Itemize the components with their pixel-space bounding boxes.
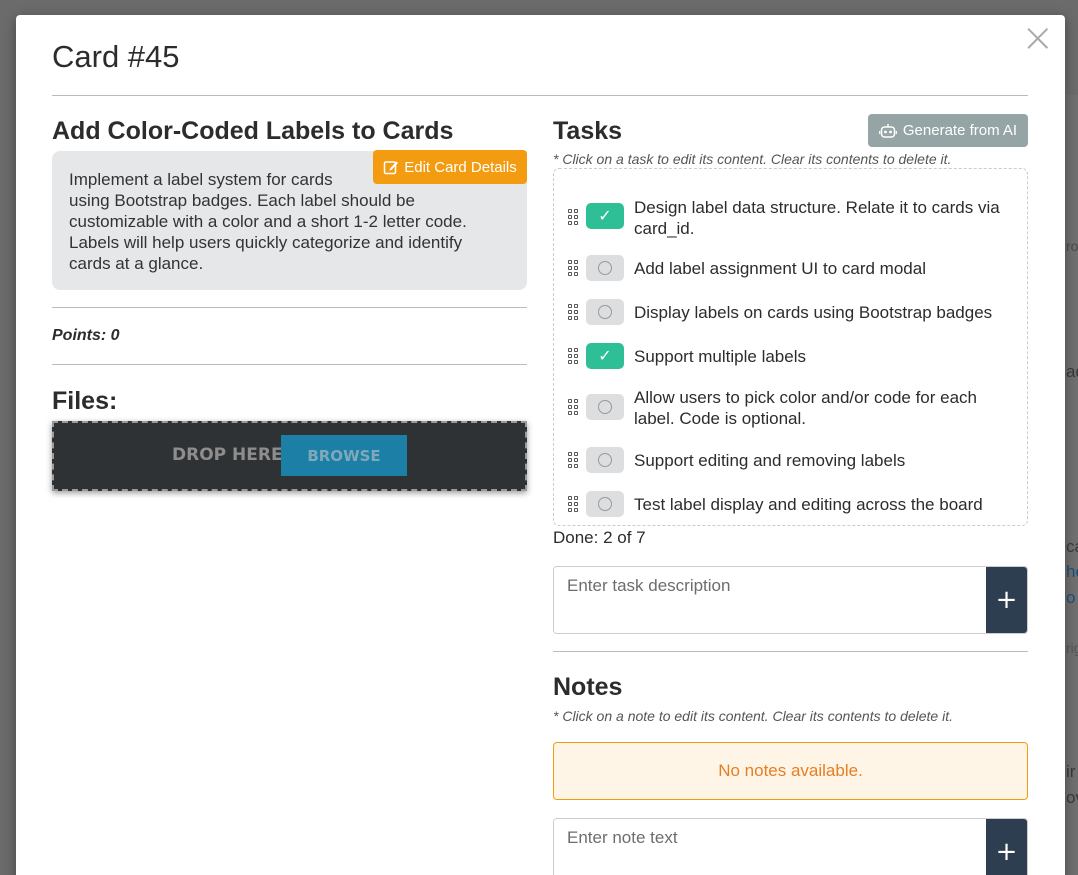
divider (52, 364, 527, 365)
edit-card-details-button[interactable]: Edit Card Details (373, 150, 527, 184)
task-text[interactable]: Display labels on cards using Bootstrap … (634, 302, 1004, 323)
task-text[interactable]: Support multiple labels (634, 346, 1004, 367)
new-task-form: + (553, 566, 1028, 634)
backdrop-fragment: o (1066, 588, 1076, 607)
no-notes-alert: No notes available. (553, 742, 1028, 800)
task-text[interactable]: Support editing and removing labels (634, 450, 1004, 471)
new-note-form: + (553, 818, 1028, 875)
task-text[interactable]: Test label display and editing across th… (634, 494, 1004, 515)
backdrop-fragment: rig (1066, 640, 1078, 656)
add-task-button[interactable]: + (986, 567, 1027, 633)
task-done-toggle[interactable] (586, 299, 624, 325)
browse-button[interactable]: BROWSE (281, 435, 407, 476)
drag-handle-icon[interactable] (568, 260, 580, 276)
drag-handle-icon[interactable] (568, 452, 580, 468)
drag-handle-icon[interactable] (568, 304, 580, 320)
note-text-input[interactable] (554, 819, 988, 875)
add-note-button[interactable]: + (986, 819, 1027, 875)
card-modal: × Card #45 Add Color-Coded Labels to Car… (16, 15, 1065, 875)
drag-handle-icon[interactable] (568, 399, 580, 415)
tasks-hint: * Click on a task to edit its content. C… (553, 151, 952, 167)
backdrop-fragment: ca (1066, 537, 1078, 556)
task-done-toggle[interactable]: ✓ (586, 203, 624, 229)
edit-icon (383, 161, 399, 175)
divider (52, 307, 527, 308)
task-text[interactable]: Allow users to pick color and/or code fo… (634, 387, 1004, 429)
card-heading: Add Color-Coded Labels to Cards (52, 117, 454, 145)
generate-from-ai-button[interactable]: Generate from AI (868, 114, 1028, 147)
task-list: ✓ Design label data structure. Relate it… (553, 168, 1028, 526)
card-description: Implement a label system for cards using… (69, 170, 467, 273)
circle-icon (598, 497, 612, 511)
robot-icon (878, 123, 897, 138)
edit-card-details-label: Edit Card Details (404, 158, 517, 176)
backdrop-fragment: ir (1066, 762, 1076, 781)
circle-icon (598, 261, 612, 275)
circle-icon (598, 400, 612, 414)
drag-handle-icon[interactable] (568, 209, 580, 225)
notes-hint: * Click on a note to edit its content. C… (553, 708, 953, 724)
backdrop-fragment: he (1066, 562, 1078, 581)
divider (553, 651, 1028, 652)
backdrop-strip (1066, 95, 1078, 875)
drag-handle-icon[interactable] (568, 348, 580, 364)
points-label: Points: 0 (52, 327, 120, 344)
modal-title: Card #45 (52, 39, 180, 74)
backdrop-fragment: ad (1066, 362, 1078, 381)
generate-from-ai-label: Generate from AI (902, 122, 1018, 139)
task-done-toggle[interactable] (586, 447, 624, 473)
file-dropzone[interactable]: DROP HERE BROWSE (52, 421, 527, 491)
backdrop-fragment: ov (1066, 788, 1078, 807)
divider (52, 95, 1028, 96)
check-icon: ✓ (598, 208, 612, 225)
drop-here-label: DROP HERE (172, 445, 283, 465)
circle-icon (598, 305, 612, 319)
task-text[interactable]: Design label data structure. Relate it t… (634, 197, 1004, 239)
tasks-heading: Tasks (553, 117, 623, 145)
files-heading: Files: (52, 387, 118, 415)
task-description-input[interactable] (554, 567, 988, 633)
task-done-toggle[interactable] (586, 255, 624, 281)
drag-handle-icon[interactable] (568, 496, 580, 512)
check-icon: ✓ (598, 348, 612, 365)
backdrop-fragment: ro (1066, 238, 1078, 254)
circle-icon (598, 453, 612, 467)
task-done-toggle[interactable] (586, 491, 624, 517)
task-done-toggle[interactable] (586, 394, 624, 420)
task-text[interactable]: Add label assignment UI to card modal (634, 258, 1004, 279)
close-button[interactable]: × (1021, 18, 1055, 58)
tasks-done-summary: Done: 2 of 7 (553, 528, 646, 547)
notes-heading: Notes (553, 673, 623, 701)
task-done-toggle[interactable]: ✓ (586, 343, 624, 369)
